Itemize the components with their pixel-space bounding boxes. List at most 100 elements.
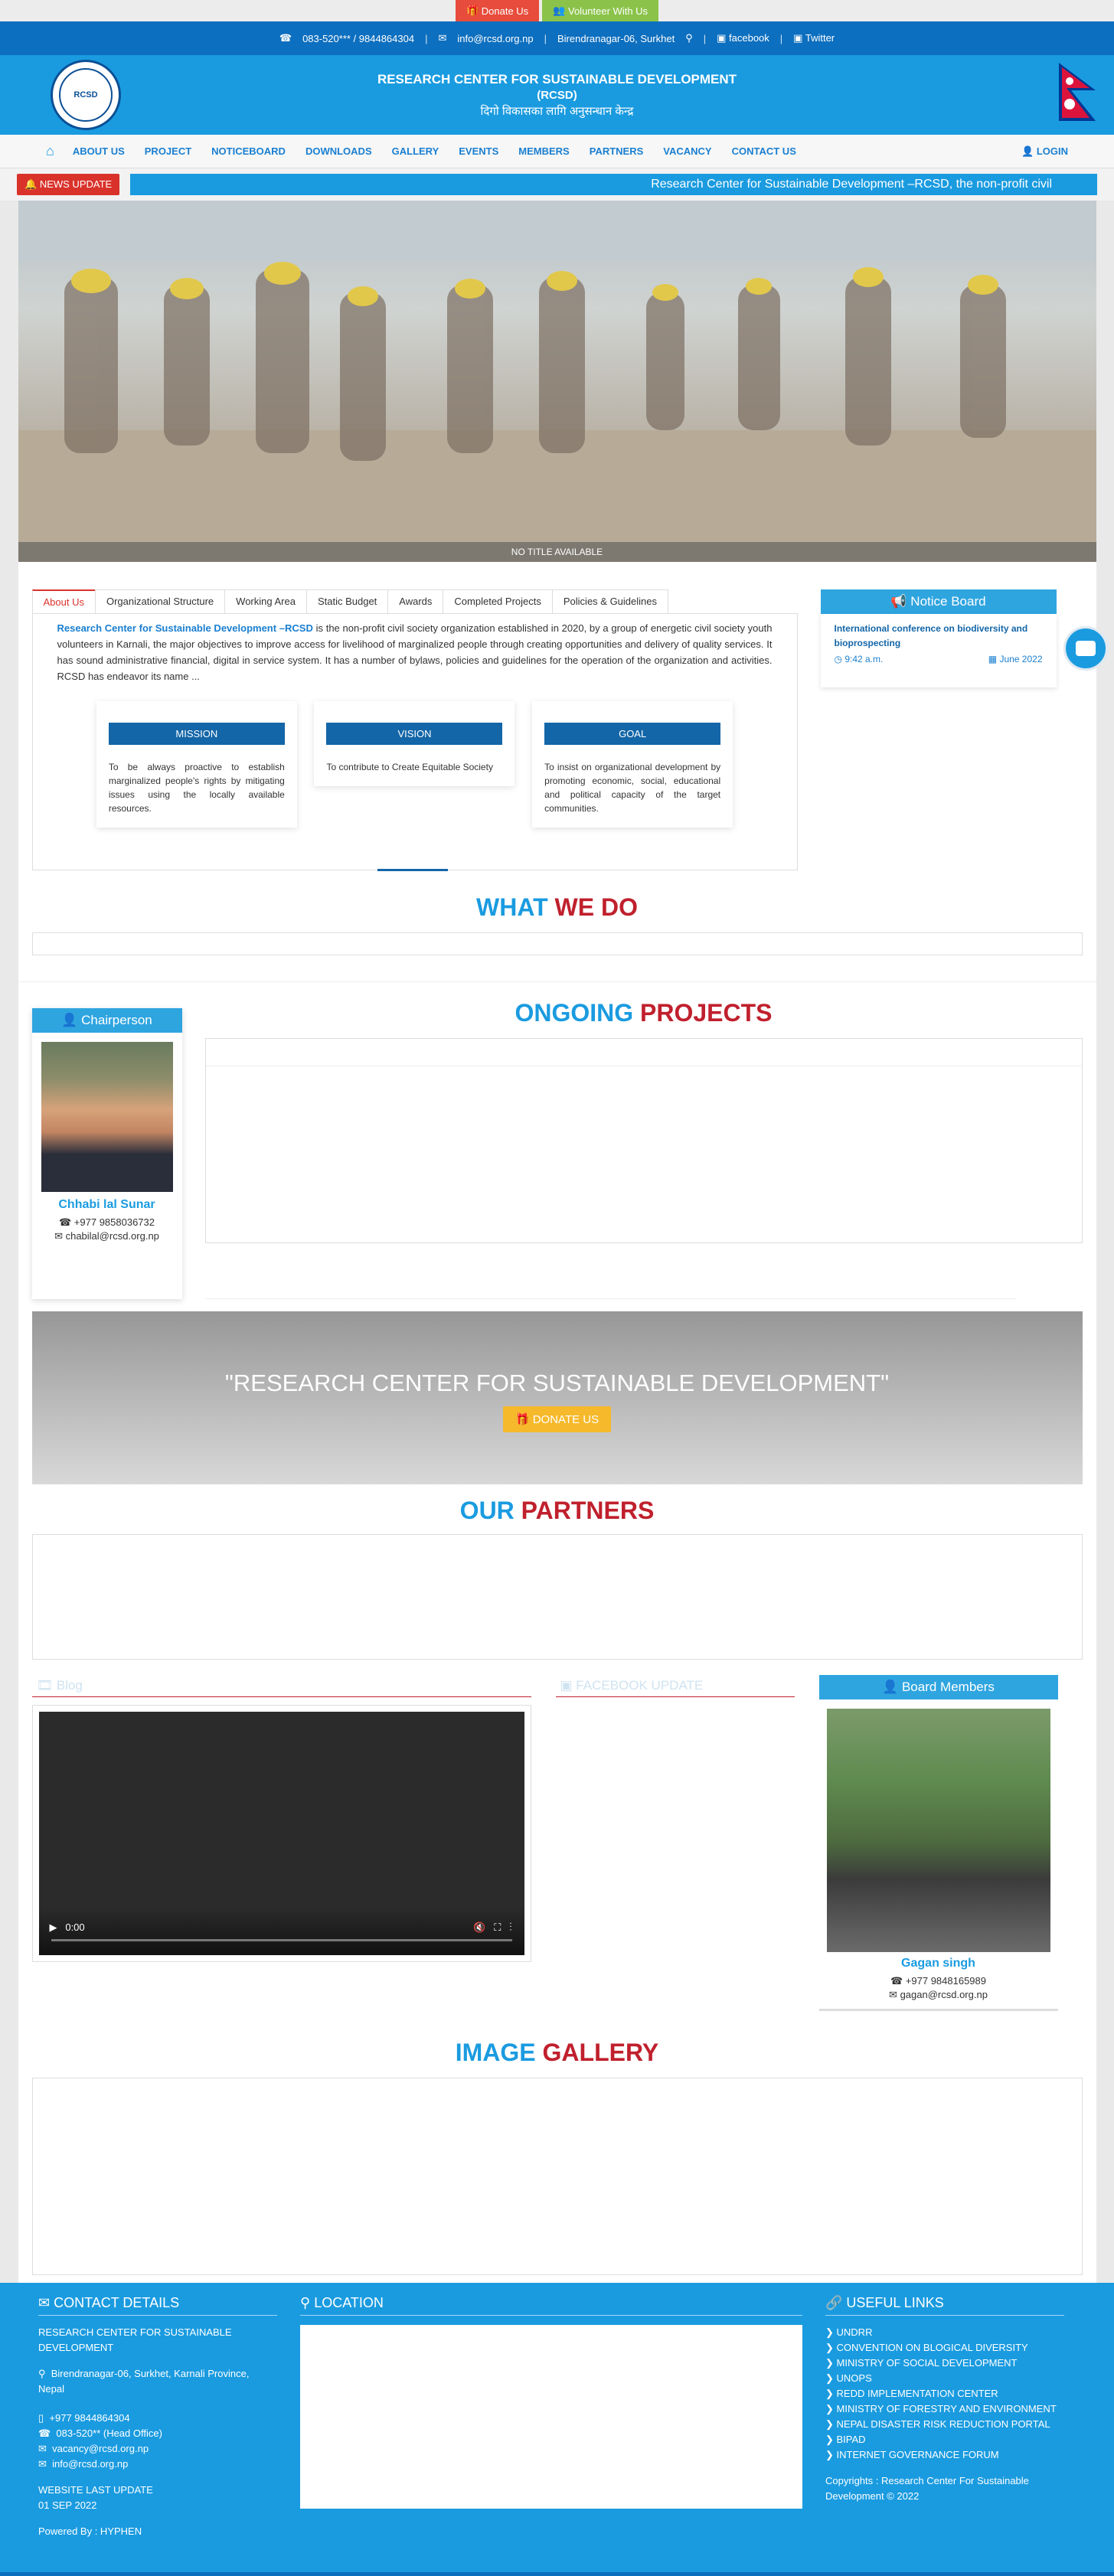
nav-downloads[interactable]: DOWNLOADS — [305, 145, 372, 157]
facebook-link[interactable]: ▣ facebook — [717, 32, 769, 44]
nav-project[interactable]: PROJECT — [145, 145, 191, 157]
nav-about-us[interactable]: ABOUT US — [73, 145, 125, 157]
notice-board-heading: 📢 Notice Board — [820, 589, 1057, 614]
chairperson-card: 👤 Chairperson Chhabi lal Sunar ☎ +977 98… — [31, 1008, 182, 1299]
heading-part-a: OUR — [459, 1497, 515, 1524]
useful-link[interactable]: ❯ MINISTRY OF SOCIAL DEVELOPMENT — [825, 2356, 1064, 2371]
footer-address-value: Birendranagar-06, Surkhet, Karnali Provi… — [38, 2368, 250, 2395]
useful-links-list: ❯ UNDRR ❯ CONVENTION ON BLOGICAL DIVERSI… — [825, 2325, 1064, 2463]
partners-heading: OUR PARTNERS — [18, 1497, 1096, 1525]
footer-email1-value[interactable]: vacancy@rcsd.org.np — [52, 2443, 149, 2454]
separator: | — [425, 32, 428, 44]
about-highlight[interactable]: Research Center for Sustainable Developm… — [57, 622, 313, 634]
tab-about-us[interactable]: About Us — [31, 589, 96, 613]
chairperson-email-value[interactable]: chabilal@rcsd.org.np — [66, 1230, 159, 1242]
notice-board: 📢 Notice Board International conference … — [820, 589, 1057, 870]
useful-link[interactable]: ❯ BIPAD — [825, 2432, 1064, 2447]
chat-button[interactable] — [1063, 626, 1108, 671]
tab-static-budget[interactable]: Static Budget — [305, 589, 389, 613]
tab-organizational-structure[interactable]: Organizational Structure — [94, 589, 226, 613]
notice-item[interactable]: International conference on biodiversity… — [821, 614, 1057, 687]
footer-links: 🔗 USEFUL LINKS ❯ UNDRR ❯ CONVENTION ON B… — [825, 2295, 1064, 2557]
video-progress-bar[interactable] — [51, 1939, 512, 1941]
nav-contact-us[interactable]: CONTACT US — [732, 145, 796, 157]
tab-working-area[interactable]: Working Area — [224, 589, 307, 613]
logo-text: RCSD — [59, 68, 113, 122]
nav-members[interactable]: MEMBERS — [518, 145, 569, 157]
nav-noticeboard[interactable]: NOTICEBOARD — [211, 145, 286, 157]
site-title: RESEARCH CENTER FOR SUSTAINABLE DEVELOPM… — [377, 71, 737, 87]
top-action-bar: 🎁 Donate Us 👥 Volunteer With Us — [0, 0, 1114, 21]
footer-powered-by[interactable]: Powered By : HYPHEN — [38, 2524, 277, 2539]
useful-link[interactable]: ❯ MINISTRY OF FORESTRY AND ENVIRONMENT — [825, 2401, 1064, 2417]
chairperson-email: ✉ chabilal@rcsd.org.np — [32, 1230, 182, 1242]
video-card: ▶ 0:00 🔇 ⛶ ⋮ — [31, 1705, 531, 1962]
chevron-right-icon: ❯ — [825, 2403, 837, 2414]
play-icon[interactable]: ▶ — [50, 1921, 66, 1933]
facebook-label: facebook — [729, 32, 769, 44]
hero-slider[interactable]: NO TITLE AVAILABLE — [18, 201, 1096, 562]
useful-link-label: INTERNET GOVERNANCE FORUM — [836, 2449, 999, 2460]
login-button[interactable]: 👤 LOGIN — [1021, 145, 1068, 158]
divider — [818, 2009, 1058, 2011]
video-actions: 🔇 ⛶ ⋮ — [473, 1921, 511, 1934]
volunteer-button[interactable]: 👥 Volunteer With Us — [542, 0, 659, 21]
tab-awards[interactable]: Awards — [387, 589, 444, 613]
useful-link[interactable]: ❯ REDD IMPLEMENTATION CENTER — [825, 2386, 1064, 2401]
fullscreen-icon[interactable]: ⛶ — [494, 1921, 501, 1933]
tab-policies-guidelines[interactable]: Policies & Guidelines — [551, 589, 668, 613]
nav-events[interactable]: EVENTS — [459, 145, 498, 157]
mute-icon[interactable]: 🔇 — [473, 1921, 485, 1933]
footer-last-update: 01 SEP 2022 — [38, 2499, 97, 2511]
heading-part-b: WE DO — [554, 893, 638, 921]
news-ticker[interactable]: Research Center for Sustainable Developm… — [130, 174, 1097, 195]
useful-link[interactable]: ❯ INTERNET GOVERNANCE FORUM — [825, 2447, 1064, 2463]
contact-email[interactable]: info@rcsd.org.np — [457, 33, 533, 44]
location-map[interactable] — [300, 2325, 802, 2509]
footer-address: ⚲ Birendranagar-06, Surkhet, Karnali Pro… — [38, 2366, 277, 2397]
useful-link-label: BIPAD — [836, 2434, 866, 2445]
news-bar: 🔔 NEWS UPDATE Research Center for Sustai… — [0, 168, 1114, 201]
notice-date: ▦ June 2022 — [988, 654, 1043, 664]
video-player[interactable]: ▶ 0:00 🔇 ⛶ ⋮ — [38, 1712, 524, 1955]
useful-link-label: REDD IMPLEMENTATION CENTER — [836, 2388, 998, 2399]
useful-link[interactable]: ❯ UNOPS — [825, 2371, 1064, 2386]
nav-gallery[interactable]: GALLERY — [392, 145, 439, 157]
useful-link[interactable]: ❯ CONVENTION ON BLOGICAL DIVERSITY — [825, 2340, 1064, 2356]
partners-carousel[interactable] — [31, 1534, 1083, 1660]
banner-donate-button[interactable]: 🎁 DONATE US — [502, 1406, 612, 1432]
nav-vacancy[interactable]: VACANCY — [663, 145, 711, 157]
user-icon: 👤 — [1021, 145, 1037, 157]
mail-icon: ✉ — [438, 32, 447, 44]
chevron-right-icon: ❯ — [825, 2388, 837, 2399]
hero-image — [18, 201, 1096, 562]
donate-button[interactable]: 🎁 Donate Us — [455, 0, 540, 21]
projects-list-header — [205, 1039, 1082, 1066]
footer-contact-heading-label: CONTACT DETAILS — [54, 2295, 180, 2310]
twitter-icon: ▣ — [793, 32, 805, 44]
heading-part-b: PROJECTS — [640, 999, 773, 1027]
site-logo[interactable]: RCSD — [51, 60, 121, 130]
video-controls: ▶ 0:00 🔇 ⛶ ⋮ — [38, 1908, 524, 1955]
twitter-link[interactable]: ▣ Twitter — [793, 32, 835, 44]
goal-text: To insist on organizational development … — [544, 762, 721, 814]
home-icon[interactable]: ⌂ — [46, 143, 54, 159]
map-marker-icon: ⚲ — [685, 32, 693, 44]
board-email-value[interactable]: gagan@rcsd.org.np — [900, 1989, 988, 2000]
board-heading-label: Board Members — [901, 1680, 995, 1694]
useful-link[interactable]: ❯ NEPAL DISASTER RISK REDUCTION PORTAL — [825, 2417, 1064, 2432]
mission-title: MISSION — [108, 723, 285, 745]
login-label: LOGIN — [1036, 145, 1068, 157]
chevron-right-icon: ❯ — [825, 2326, 837, 2338]
goal-card: GOAL To insist on organizational develop… — [532, 701, 733, 828]
nav-partners[interactable]: PARTNERS — [590, 145, 644, 157]
notice-title[interactable]: International conference on biodiversity… — [835, 622, 1043, 651]
image-gallery[interactable] — [31, 2078, 1083, 2275]
banner-quote: "RESEARCH CENTER FOR SUSTAINABLE DEVELOP… — [224, 1370, 890, 1396]
more-icon[interactable]: ⋮ — [509, 1921, 511, 1933]
useful-link[interactable]: ❯ UNDRR — [825, 2325, 1064, 2340]
tab-completed-projects[interactable]: Completed Projects — [443, 589, 553, 613]
about-section: About Us Organizational Structure Workin… — [18, 562, 1096, 871]
blog-section: 🎞 Blog ▶ 0:00 🔇 ⛶ ⋮ — [31, 1675, 531, 2011]
footer-email2-value[interactable]: info@rcsd.org.np — [52, 2458, 128, 2470]
